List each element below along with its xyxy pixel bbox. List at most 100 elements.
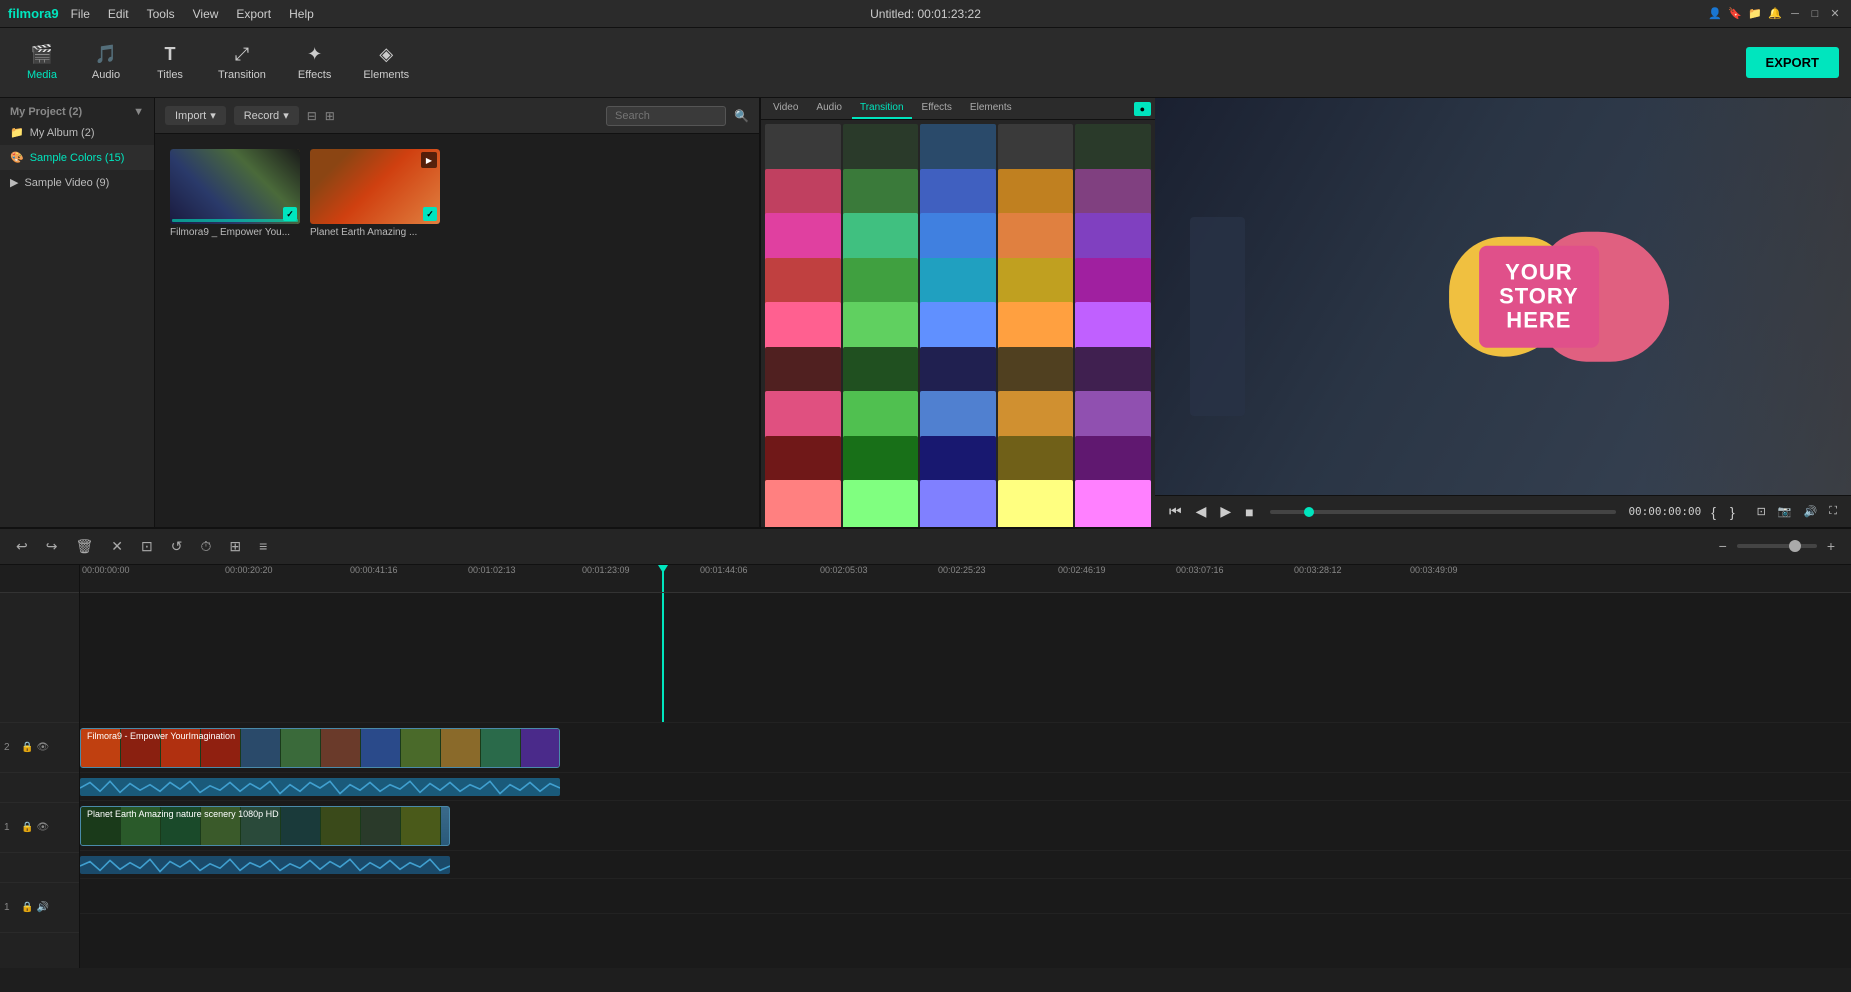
adjust-button[interactable]: ≡ bbox=[253, 536, 273, 556]
right-section: Video Audio Transition Effects Elements … bbox=[760, 98, 1851, 527]
export-button[interactable]: EXPORT bbox=[1746, 47, 1839, 78]
track-audio1-speaker[interactable]: 🔊 bbox=[36, 902, 48, 913]
left-panel: My Project (2) ▼ 📁 My Album (2) 🎨 Sample… bbox=[0, 98, 760, 527]
preview-progress[interactable] bbox=[1270, 510, 1617, 514]
step-back-button[interactable]: ◀ bbox=[1192, 501, 1211, 522]
menu-file[interactable]: File bbox=[63, 5, 98, 23]
toolbar-media[interactable]: 🎬 Media bbox=[12, 38, 72, 87]
menu-export[interactable]: Export bbox=[228, 5, 279, 23]
trans-thumb-41[interactable] bbox=[765, 480, 841, 527]
toolbar-audio[interactable]: 🎵 Audio bbox=[76, 38, 136, 87]
folder-icon[interactable]: 📁 bbox=[1747, 6, 1763, 22]
tab-effects[interactable]: Effects bbox=[914, 98, 960, 119]
titles-label: Titles bbox=[157, 69, 183, 81]
snapshot-btn[interactable]: 📷 bbox=[1774, 503, 1796, 520]
screen-btn[interactable]: ⊡ bbox=[1753, 503, 1770, 520]
sidebar-item-sample-video[interactable]: ▶ Sample Video (9) bbox=[0, 170, 154, 195]
media-thumb-1[interactable]: ✓ Filmora9 _ Empower You... bbox=[170, 149, 300, 238]
tab-video[interactable]: Video bbox=[765, 98, 806, 119]
split-button[interactable]: ⊞ bbox=[223, 536, 247, 557]
bell-icon[interactable]: 🔔 bbox=[1767, 6, 1783, 22]
track-video1-lock[interactable]: 🔒 bbox=[21, 822, 33, 833]
search-icon[interactable]: 🔍 bbox=[734, 109, 749, 123]
speed-button[interactable]: ⏱ bbox=[194, 536, 217, 557]
video2-clip[interactable]: Filmora9 - Empower YourImagination bbox=[80, 728, 560, 768]
track-video2-lock[interactable]: 🔒 bbox=[21, 742, 33, 753]
transition-grid bbox=[761, 120, 1155, 527]
room-background: YOURSTORYHERE bbox=[1155, 98, 1851, 495]
toolbar-titles[interactable]: T Titles bbox=[140, 38, 200, 87]
media-panel: My Project (2) ▼ 📁 My Album (2) 🎨 Sample… bbox=[0, 98, 759, 527]
minimize-button[interactable]: ─ bbox=[1787, 6, 1803, 22]
elements-label: Elements bbox=[363, 69, 409, 81]
window-controls: 👤 🔖 📁 🔔 ─ □ ✕ bbox=[1707, 6, 1843, 22]
bookmark-icon[interactable]: 🔖 bbox=[1727, 6, 1743, 22]
media-icon: 🎬 bbox=[31, 44, 53, 65]
filter-icon[interactable]: ⊟ bbox=[307, 109, 317, 123]
track-audio1-lock[interactable]: 🔒 bbox=[21, 902, 33, 913]
transition-tabs: Video Audio Transition Effects Elements … bbox=[761, 98, 1155, 120]
menu-view[interactable]: View bbox=[185, 5, 227, 23]
cut-button[interactable]: ✕ bbox=[105, 536, 129, 557]
undo-button[interactable]: ↩ bbox=[10, 536, 34, 557]
account-icon[interactable]: 👤 bbox=[1707, 6, 1723, 22]
video1-clip[interactable]: Planet Earth Amazing nature scenery 1080… bbox=[80, 806, 450, 846]
skip-back-button[interactable]: ⏮ bbox=[1165, 501, 1186, 522]
timecode-end-btn[interactable]: } bbox=[1726, 502, 1739, 522]
play-button[interactable]: ▶ bbox=[1216, 501, 1235, 522]
menu-tools[interactable]: Tools bbox=[139, 5, 183, 23]
check-badge-2: ✓ bbox=[423, 207, 437, 221]
zoom-slider[interactable] bbox=[1737, 544, 1817, 548]
close-button[interactable]: ✕ bbox=[1827, 6, 1843, 22]
trans-thumb-42[interactable] bbox=[843, 480, 919, 527]
trans-thumb-44[interactable] bbox=[998, 480, 1074, 527]
sidebar-item-my-album[interactable]: 📁 My Album (2) bbox=[0, 120, 154, 145]
trans-thumb-43[interactable] bbox=[920, 480, 996, 527]
fullscreen-btn[interactable]: ⛶ bbox=[1825, 503, 1841, 520]
track-side-audio-1: 1 🔒 🔊 bbox=[0, 883, 79, 933]
delete-button[interactable]: 🗑 bbox=[69, 536, 99, 557]
track-side-video2: 2 🔒 👁 bbox=[0, 723, 79, 773]
transition-icon: ⤢ bbox=[235, 44, 249, 65]
toolbar-elements[interactable]: ◈ Elements bbox=[349, 38, 423, 87]
track-row-video1: Planet Earth Amazing nature scenery 1080… bbox=[80, 801, 1851, 851]
grid-icon[interactable]: ⊞ bbox=[325, 109, 335, 123]
media-thumb-2[interactable]: ▶ ✓ Planet Earth Amazing ... bbox=[310, 149, 440, 238]
project-section: My Project (2) ▼ bbox=[0, 98, 154, 120]
trans-thumb-45[interactable] bbox=[1075, 480, 1151, 527]
menu-edit[interactable]: Edit bbox=[100, 5, 137, 23]
loop-button[interactable]: ↺ bbox=[165, 536, 189, 557]
record-label: Record bbox=[244, 110, 279, 122]
restore-button[interactable]: □ bbox=[1807, 6, 1823, 22]
tab-audio[interactable]: Audio bbox=[808, 98, 850, 119]
record-button[interactable]: Record ▾ bbox=[234, 106, 299, 125]
zoom-in-button[interactable]: + bbox=[1821, 536, 1841, 556]
audio-icon: 🎵 bbox=[95, 44, 117, 65]
sidebar-item-sample-colors[interactable]: 🎨 Sample Colors (15) bbox=[0, 145, 154, 170]
middle-section: My Project (2) ▼ 📁 My Album (2) 🎨 Sample… bbox=[0, 98, 1851, 528]
crop-button[interactable]: ⊡ bbox=[135, 536, 159, 557]
active-tab-btn[interactable]: ● bbox=[1134, 102, 1151, 116]
ruler: 00:00:00:00 00:00:20:20 00:00:41:16 00:0… bbox=[80, 565, 1851, 593]
media-grid: ✓ Filmora9 _ Empower You... ▶ ✓ Planet E… bbox=[155, 134, 759, 527]
search-input[interactable] bbox=[606, 106, 726, 126]
redo-button[interactable]: ↪ bbox=[40, 536, 64, 557]
window-title: Untitled: 00:01:23:22 bbox=[870, 7, 981, 21]
stop-button[interactable]: ■ bbox=[1241, 502, 1257, 522]
expand-icon[interactable]: ▼ bbox=[133, 106, 144, 118]
playhead-indicator bbox=[658, 565, 668, 573]
toolbar-transition[interactable]: ⤢ Transition bbox=[204, 38, 280, 87]
import-button[interactable]: Import ▾ bbox=[165, 106, 226, 125]
menu-help[interactable]: Help bbox=[281, 5, 322, 23]
track-video1-eye[interactable]: 👁 bbox=[36, 822, 49, 833]
effects-label: Effects bbox=[298, 69, 331, 81]
tab-elements[interactable]: Elements bbox=[962, 98, 1020, 119]
track-num-video1: 1 bbox=[4, 822, 18, 833]
zoom-out-button[interactable]: − bbox=[1713, 536, 1733, 556]
timecode-start-btn[interactable]: { bbox=[1707, 502, 1720, 522]
toolbar-effects[interactable]: ✦ Effects bbox=[284, 38, 345, 87]
tab-transition[interactable]: Transition bbox=[852, 98, 912, 119]
track-num-audio1: 1 bbox=[4, 902, 18, 913]
volume-btn[interactable]: 🔊 bbox=[1800, 503, 1822, 520]
track-video2-eye[interactable]: 👁 bbox=[36, 742, 49, 753]
